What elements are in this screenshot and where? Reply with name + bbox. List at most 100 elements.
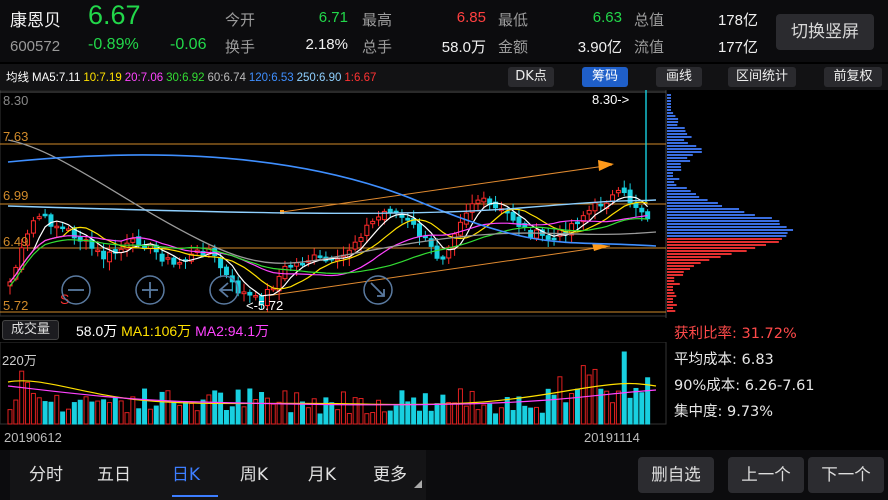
- tab-monthly-k[interactable]: 月K: [292, 450, 352, 500]
- chip-bar: [667, 109, 671, 111]
- quote-value-amount: 3.90亿: [577, 39, 622, 56]
- volume-bar: [48, 401, 54, 425]
- next-stock-button[interactable]: 下一个: [808, 457, 884, 493]
- chip-bar: [667, 208, 740, 210]
- tab-five-day[interactable]: 五日: [84, 450, 144, 500]
- quote-label-float-cap: 流值: [634, 38, 665, 56]
- chip-bar: [667, 292, 675, 294]
- candle-body: [317, 255, 323, 258]
- tab-daily-k[interactable]: 日K: [156, 450, 216, 500]
- chip-bar: [667, 229, 794, 231]
- chip-bar: [667, 118, 679, 120]
- remove-watchlist-button[interactable]: 删自选: [638, 457, 714, 493]
- volume-bar: [434, 403, 440, 425]
- volume-bar: [71, 402, 77, 425]
- dk-point-button[interactable]: DK点: [508, 67, 554, 87]
- tab-weekly-k[interactable]: 周K: [224, 450, 284, 500]
- chip-bar: [667, 298, 673, 300]
- chip-bar: [667, 235, 787, 237]
- candle-body: [621, 187, 627, 194]
- price-label-high: 8.30: [3, 93, 28, 108]
- stock-code: 600572: [10, 38, 61, 55]
- volume-bar: [136, 408, 142, 425]
- volume-bar: [95, 400, 101, 425]
- volume-bar: [604, 390, 610, 425]
- forward-adjust-button[interactable]: 前复权: [824, 67, 882, 87]
- draw-line-button[interactable]: 画线: [656, 67, 702, 87]
- candle-body: [165, 257, 171, 260]
- candle-body: [417, 223, 422, 237]
- volume-bar: [247, 388, 253, 425]
- chip-bar: [667, 160, 691, 162]
- volume-bar: [30, 392, 36, 425]
- chip-bar: [667, 154, 693, 156]
- quote-value-total-volume: 58.0万: [441, 39, 486, 56]
- volume-bar: [633, 387, 639, 425]
- more-dropdown-icon: [414, 480, 422, 488]
- volume-bar: [218, 392, 224, 425]
- chip-bar: [667, 220, 780, 222]
- candle-body: [101, 250, 107, 260]
- volume-bar: [183, 401, 188, 425]
- chip-bar: [667, 247, 756, 249]
- volume-bar: [323, 397, 329, 425]
- chip-bar: [667, 148, 702, 150]
- candle-body: [545, 235, 551, 240]
- volume-bar: [346, 412, 352, 425]
- chip-bar: [667, 115, 676, 117]
- volume-indicator-button[interactable]: 成交量: [2, 320, 60, 340]
- switch-portrait-button[interactable]: 切换竖屏: [776, 14, 874, 50]
- chip-bar: [667, 268, 691, 270]
- chip-bar: [667, 226, 787, 228]
- chip-bar: [667, 181, 675, 183]
- volume-chart[interactable]: 220万: [0, 342, 668, 426]
- range-stats-button[interactable]: 区间统计: [728, 67, 796, 87]
- chip-bar: [667, 262, 701, 264]
- peak-annotation: 8.30->: [592, 92, 629, 107]
- cost-90-range: 90%成本: 6.26-7.61: [674, 378, 815, 394]
- ma-legend-ma120: 120:6.53: [248, 72, 294, 84]
- volume-bar: [54, 394, 60, 425]
- candle-body: [247, 291, 253, 296]
- chip-bar: [667, 259, 710, 261]
- volume-bar: [124, 412, 130, 425]
- chip-distribution-button[interactable]: 筹码: [582, 67, 628, 87]
- tab-more[interactable]: 更多: [362, 450, 418, 500]
- volume-legend: 58.0万 MA1:106万 MA2:94.1万: [76, 321, 269, 341]
- quote-label-low: 最低: [498, 11, 529, 29]
- ma-legend-ma5: MA5:7.11: [32, 72, 81, 84]
- chip-bar: [667, 157, 688, 159]
- stock-name: 康恩贝: [10, 11, 61, 31]
- candle-body: [528, 229, 534, 239]
- volume-bar: [639, 392, 645, 425]
- candle-body: [282, 265, 288, 280]
- chip-stats-panel: 获利比率: 31.72% 平均成本: 6.83 90%成本: 6.26-7.61…: [670, 320, 888, 430]
- volume-bar: [504, 397, 510, 425]
- quote-label-high: 最高: [362, 11, 393, 29]
- kline-chart[interactable]: 8.30 7.63 6.99 6.49 5.72 8.30-> <-5.72 S: [0, 90, 888, 318]
- chip-bar: [667, 124, 678, 126]
- chip-bar: [667, 139, 685, 141]
- volume-bar: [223, 410, 229, 425]
- volume-header: 成交量 58.0万 MA1:106万 MA2:94.1万: [0, 318, 668, 342]
- volume-bar: [610, 402, 616, 425]
- volume-bar: [153, 405, 159, 425]
- volume-bar: [586, 374, 592, 425]
- volume-bar: [89, 401, 95, 425]
- tab-intraday[interactable]: 分时: [16, 450, 76, 500]
- chip-bar: [667, 205, 723, 207]
- volume-bar: [481, 404, 487, 425]
- volume-bar: [206, 394, 212, 425]
- volume-bar: [177, 404, 183, 425]
- candle-body: [36, 216, 42, 220]
- volume-bar: [60, 411, 66, 425]
- ma-legend-title: 均线: [6, 72, 29, 84]
- candle-body: [399, 214, 405, 218]
- previous-stock-button[interactable]: 上一个: [728, 457, 804, 493]
- volume-bar: [188, 402, 194, 425]
- price-label-low: 5.72: [3, 298, 28, 313]
- volume-bar: [399, 390, 405, 425]
- chip-bar: [667, 265, 694, 267]
- chip-bar: [667, 211, 745, 213]
- volume-bar: [83, 396, 89, 425]
